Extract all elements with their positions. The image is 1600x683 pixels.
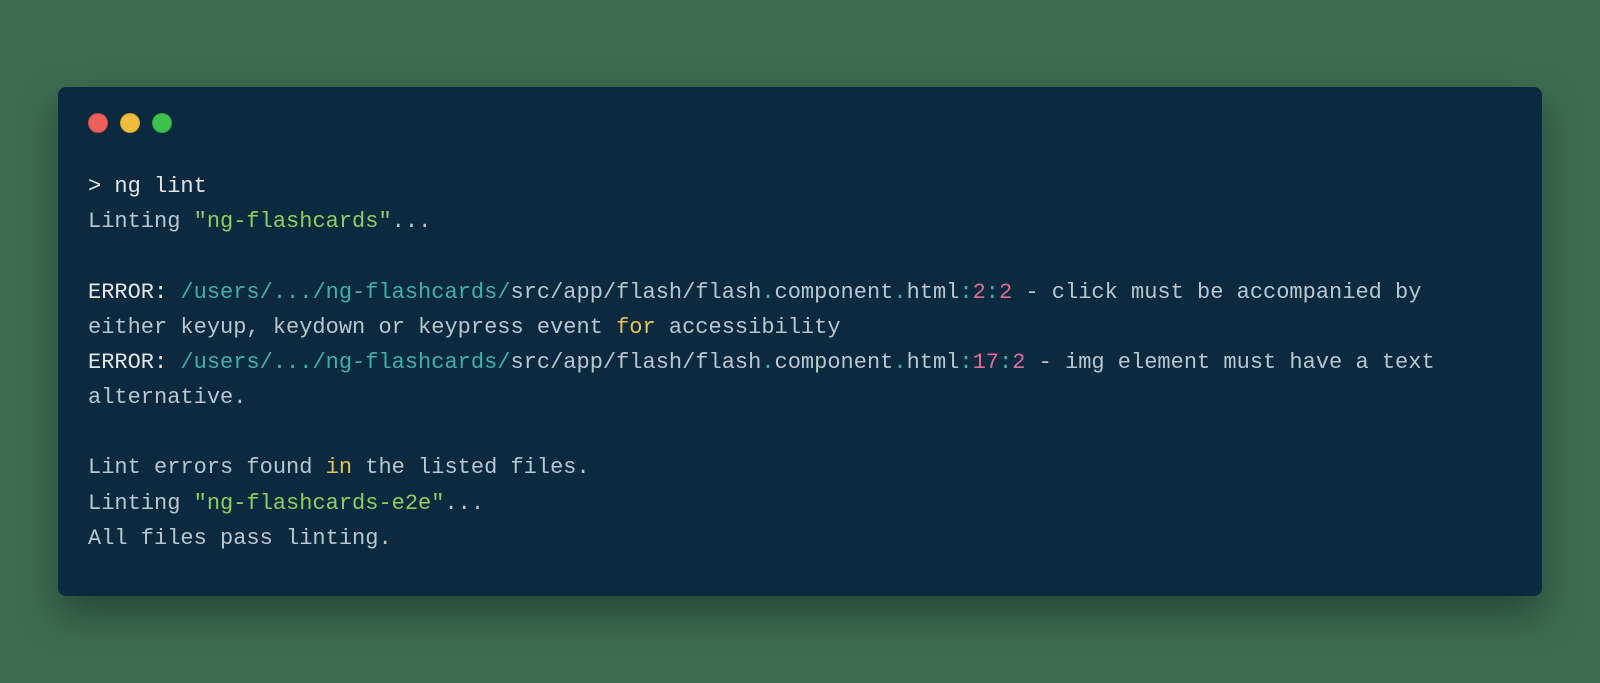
file-component: component <box>775 280 894 305</box>
colon: : <box>986 280 999 305</box>
terminal-window: > ng lint Linting "ng-flashcards"... ERR… <box>58 87 1542 596</box>
line-number: 17 <box>973 350 999 375</box>
error-message-tail: accessibility <box>656 315 841 340</box>
linting-label: Linting <box>88 491 194 516</box>
linting-label: Linting <box>88 209 194 234</box>
lint-error-1: ERROR: /users/.../ng-flashcards/src/app/… <box>88 275 1512 345</box>
ellipsis: ... <box>444 491 484 516</box>
file-ext: html <box>907 350 960 375</box>
linting-project-2: Linting "ng-flashcards-e2e"... <box>88 486 1512 521</box>
prompt-symbol: > <box>88 174 101 199</box>
lint-pass-message: All files pass linting. <box>88 521 1512 556</box>
blank-line <box>88 415 1512 450</box>
summary-text-tail: the listed files. <box>352 455 590 480</box>
minimize-icon[interactable] <box>120 113 140 133</box>
file-ext: html <box>907 280 960 305</box>
command-line: > ng lint <box>88 169 1512 204</box>
dot: . <box>893 350 906 375</box>
error-label: ERROR: <box>88 280 180 305</box>
linting-project-1: Linting "ng-flashcards"... <box>88 204 1512 239</box>
summary-text: Lint errors found <box>88 455 326 480</box>
terminal-output: > ng lint Linting "ng-flashcards"... ERR… <box>88 169 1512 556</box>
project-name: "ng-flashcards" <box>194 209 392 234</box>
page-background: > ng lint Linting "ng-flashcards"... ERR… <box>0 0 1600 683</box>
lint-error-2: ERROR: /users/.../ng-flashcards/src/app/… <box>88 345 1512 415</box>
window-traffic-lights <box>88 113 1512 133</box>
colon: : <box>959 350 972 375</box>
error-label: ERROR: <box>88 350 180 375</box>
column-number: 2 <box>1012 350 1025 375</box>
line-number: 2 <box>973 280 986 305</box>
dot: . <box>893 280 906 305</box>
zoom-icon[interactable] <box>152 113 172 133</box>
column-number: 2 <box>999 280 1012 305</box>
blank-line <box>88 239 1512 274</box>
file-component: component <box>775 350 894 375</box>
command-text: ng lint <box>114 174 206 199</box>
file-path: src/app/flash/flash <box>510 350 761 375</box>
file-path-prefix: /users/.../ng-flashcards/ <box>180 280 510 305</box>
dot: . <box>761 350 774 375</box>
colon: : <box>959 280 972 305</box>
lint-summary: Lint errors found in the listed files. <box>88 450 1512 485</box>
dot: . <box>761 280 774 305</box>
project-name: "ng-flashcards-e2e" <box>194 491 445 516</box>
file-path-prefix: /users/.../ng-flashcards/ <box>180 350 510 375</box>
ellipsis: ... <box>392 209 432 234</box>
keyword-in: in <box>326 455 352 480</box>
colon: : <box>999 350 1012 375</box>
file-path: src/app/flash/flash <box>510 280 761 305</box>
keyword-for: for <box>616 315 656 340</box>
close-icon[interactable] <box>88 113 108 133</box>
